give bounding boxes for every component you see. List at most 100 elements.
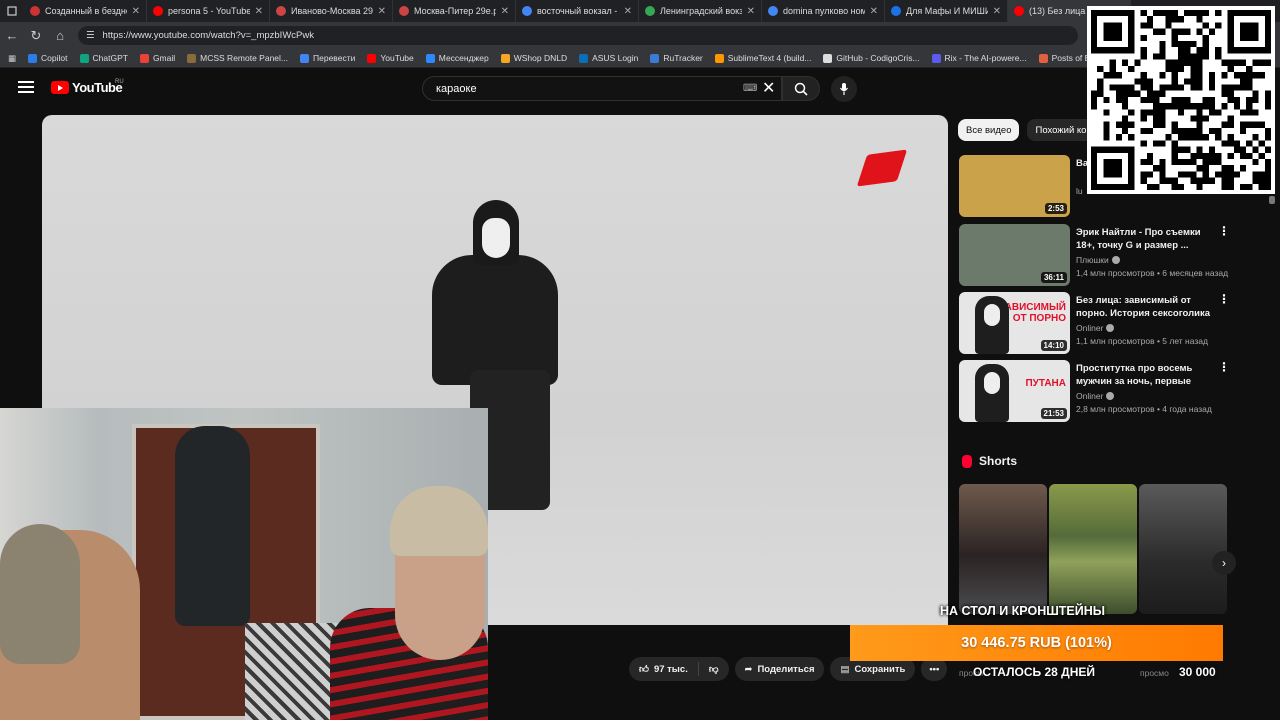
video-thumbnail[interactable]: 2:53	[959, 155, 1070, 217]
channel-name[interactable]: Onliner	[1076, 323, 1115, 333]
recommended-video[interactable]: ПУТАНА 21:53 Проститутка про восемь мужчин…	[959, 360, 1230, 422]
home-button[interactable]: ⌂	[48, 28, 72, 43]
browser-tab[interactable]: Москва-Питер 29e.pdf ✕	[393, 0, 516, 22]
browser-tab[interactable]: Иваново-Москва 29е ✕	[270, 0, 393, 22]
bookmark-item[interactable]: MCSS Remote Panel...	[187, 53, 288, 63]
webcam-overlay	[0, 408, 488, 720]
video-options-icon[interactable]: ⋮	[1218, 361, 1230, 373]
bookmark-item[interactable]: Gmail	[139, 53, 175, 63]
tab-favicon-icon	[1014, 6, 1024, 16]
bookmark-item[interactable]: Copilot	[28, 53, 68, 63]
browser-menu-icon[interactable]	[0, 0, 24, 22]
browser-tab[interactable]: восточный вокзал - G ✕	[516, 0, 639, 22]
save-label: Сохранить	[854, 663, 906, 675]
bookmark-item[interactable]: Мессенджер	[425, 53, 489, 63]
apps-icon[interactable]: ▦	[8, 53, 16, 64]
masked-figure-face	[482, 218, 510, 258]
tab-close-icon[interactable]: ✕	[747, 6, 755, 17]
channel-watermark-logo	[856, 149, 908, 187]
video-title[interactable]: Без лица: зависимый от порно. История се…	[1076, 294, 1212, 320]
thumbnail-mask	[984, 372, 1000, 394]
bookmark-label: Мессенджер	[438, 53, 489, 63]
scrollbar[interactable]	[1269, 196, 1275, 204]
tab-close-icon[interactable]: ✕	[378, 6, 386, 17]
site-info-icon[interactable]: ☰	[86, 30, 95, 41]
filter-chip[interactable]: Похожий ко	[1027, 119, 1095, 141]
recommended-video[interactable]: 36:11 Эрик Найтли - Про съемки 18+, точку…	[959, 224, 1230, 286]
recommended-video[interactable]: ЗАВИСИМЫЙ ОТ ПОРНО 14:10 Без лица: зависим…	[959, 292, 1230, 354]
browser-tab[interactable]: Ленинградский вокзал ✕	[639, 0, 762, 22]
bookmark-label: SublimeText 4 (build...	[727, 53, 812, 63]
tab-close-icon[interactable]: ✕	[501, 6, 509, 17]
bookmark-label: ASUS Login	[592, 53, 639, 63]
tab-close-icon[interactable]: ✕	[255, 6, 263, 17]
bookmark-favicon-icon	[500, 53, 510, 63]
channel-name[interactable]: Плюшки	[1076, 255, 1120, 265]
short-item[interactable]	[959, 484, 1047, 614]
video-title[interactable]: Проститутка про восемь мужчин за ночь, п…	[1076, 362, 1212, 388]
youtube-play-icon	[51, 81, 69, 94]
bookmark-favicon-icon	[367, 53, 377, 63]
like-count: 97 тыс.	[653, 663, 688, 675]
bookmark-label: YouTube	[380, 53, 414, 63]
shorts-next-button[interactable]: ›	[1212, 551, 1236, 575]
like-button[interactable]: 👍︎ 97 тыс.	[629, 657, 698, 681]
video-options-icon[interactable]: ⋮	[1218, 225, 1230, 237]
video-meta: 2,8 млн просмотров • 4 года назад	[1076, 404, 1212, 414]
address-text: https://www.youtube.com/watch?v=_mpzbIWc…	[102, 30, 314, 41]
tab-favicon-icon	[522, 6, 532, 16]
browser-tab[interactable]: domina пулково номер ✕	[762, 0, 885, 22]
browser-tab[interactable]: Созданный в бездне ✕	[24, 0, 147, 22]
video-thumbnail[interactable]: 36:11	[959, 224, 1070, 286]
browser-tab[interactable]: persona 5 - YouTube ✕	[147, 0, 270, 22]
bookmark-favicon-icon	[300, 53, 310, 63]
bookmark-item[interactable]: SublimeText 4 (build...	[714, 53, 812, 63]
youtube-logo[interactable]: YouTube	[51, 80, 123, 95]
address-bar[interactable]: ☰ https://www.youtube.com/watch?v=_mpzbI…	[78, 26, 1078, 45]
bookmark-item[interactable]: Перевести	[300, 53, 355, 63]
channel-name[interactable]: lu	[1076, 186, 1083, 196]
bookmark-item[interactable]: GitHub - CodigoCris...	[823, 53, 920, 63]
search-input[interactable]: караоке	[422, 76, 782, 101]
bookmark-favicon-icon	[650, 53, 660, 63]
bookmark-item[interactable]: YouTube	[367, 53, 414, 63]
browser-tab[interactable]: Для Мафы И МИШИ ✕	[885, 0, 1008, 22]
back-button[interactable]: ←	[0, 28, 24, 43]
tab-title: Для Мафы И МИШИ	[906, 6, 988, 16]
webcam-person-left-hair	[0, 524, 80, 664]
video-thumbnail[interactable]: ЗАВИСИМЫЙ ОТ ПОРНО 14:10	[959, 292, 1070, 354]
dislike-button[interactable]: 👎︎	[699, 657, 729, 681]
bookmark-item[interactable]: RuTracker	[650, 53, 703, 63]
share-button[interactable]: ➦ Поделиться	[734, 657, 825, 681]
tab-close-icon[interactable]: ✕	[132, 6, 140, 17]
bookmark-label: ChatGPT	[92, 53, 128, 63]
voice-search-button[interactable]	[831, 76, 857, 102]
bookmark-favicon-icon	[823, 53, 833, 63]
short-item[interactable]	[1139, 484, 1227, 614]
keyboard-icon[interactable]: ⌨	[743, 83, 757, 94]
tab-close-icon[interactable]: ✕	[870, 6, 878, 17]
tab-close-icon[interactable]: ✕	[993, 6, 1001, 17]
bookmark-favicon-icon	[714, 53, 724, 63]
channel-name[interactable]: Onliner	[1076, 391, 1115, 401]
short-item[interactable]	[1049, 484, 1137, 614]
tab-title: восточный вокзал - G	[537, 6, 619, 16]
reload-button[interactable]: ↻	[24, 28, 48, 44]
menu-icon[interactable]	[18, 81, 34, 93]
bookmark-item[interactable]: ASUS Login	[579, 53, 638, 63]
save-icon: ▤	[840, 663, 850, 675]
bookmark-item[interactable]: ChatGPT	[79, 53, 128, 63]
thumbs-up-icon: 👍︎	[639, 664, 649, 675]
bookmark-item[interactable]: WShop DNLD	[500, 53, 567, 63]
filter-chip[interactable]: Все видео	[958, 119, 1020, 141]
clear-search-icon[interactable]: ✕	[762, 78, 775, 98]
video-options-icon[interactable]: ⋮	[1218, 293, 1230, 305]
video-thumbnail[interactable]: ПУТАНА 21:53	[959, 360, 1070, 422]
bookmark-item[interactable]: Rix - The AI-powere...	[931, 53, 1027, 63]
tab-close-icon[interactable]: ✕	[624, 6, 632, 17]
bookmark-label: MCSS Remote Panel...	[200, 53, 289, 63]
bookmark-favicon-icon	[579, 53, 589, 63]
video-duration: 14:10	[1040, 340, 1067, 351]
video-title[interactable]: Эрик Найтли - Про съемки 18+, точку G и …	[1076, 226, 1212, 252]
search-button[interactable]	[782, 76, 820, 101]
